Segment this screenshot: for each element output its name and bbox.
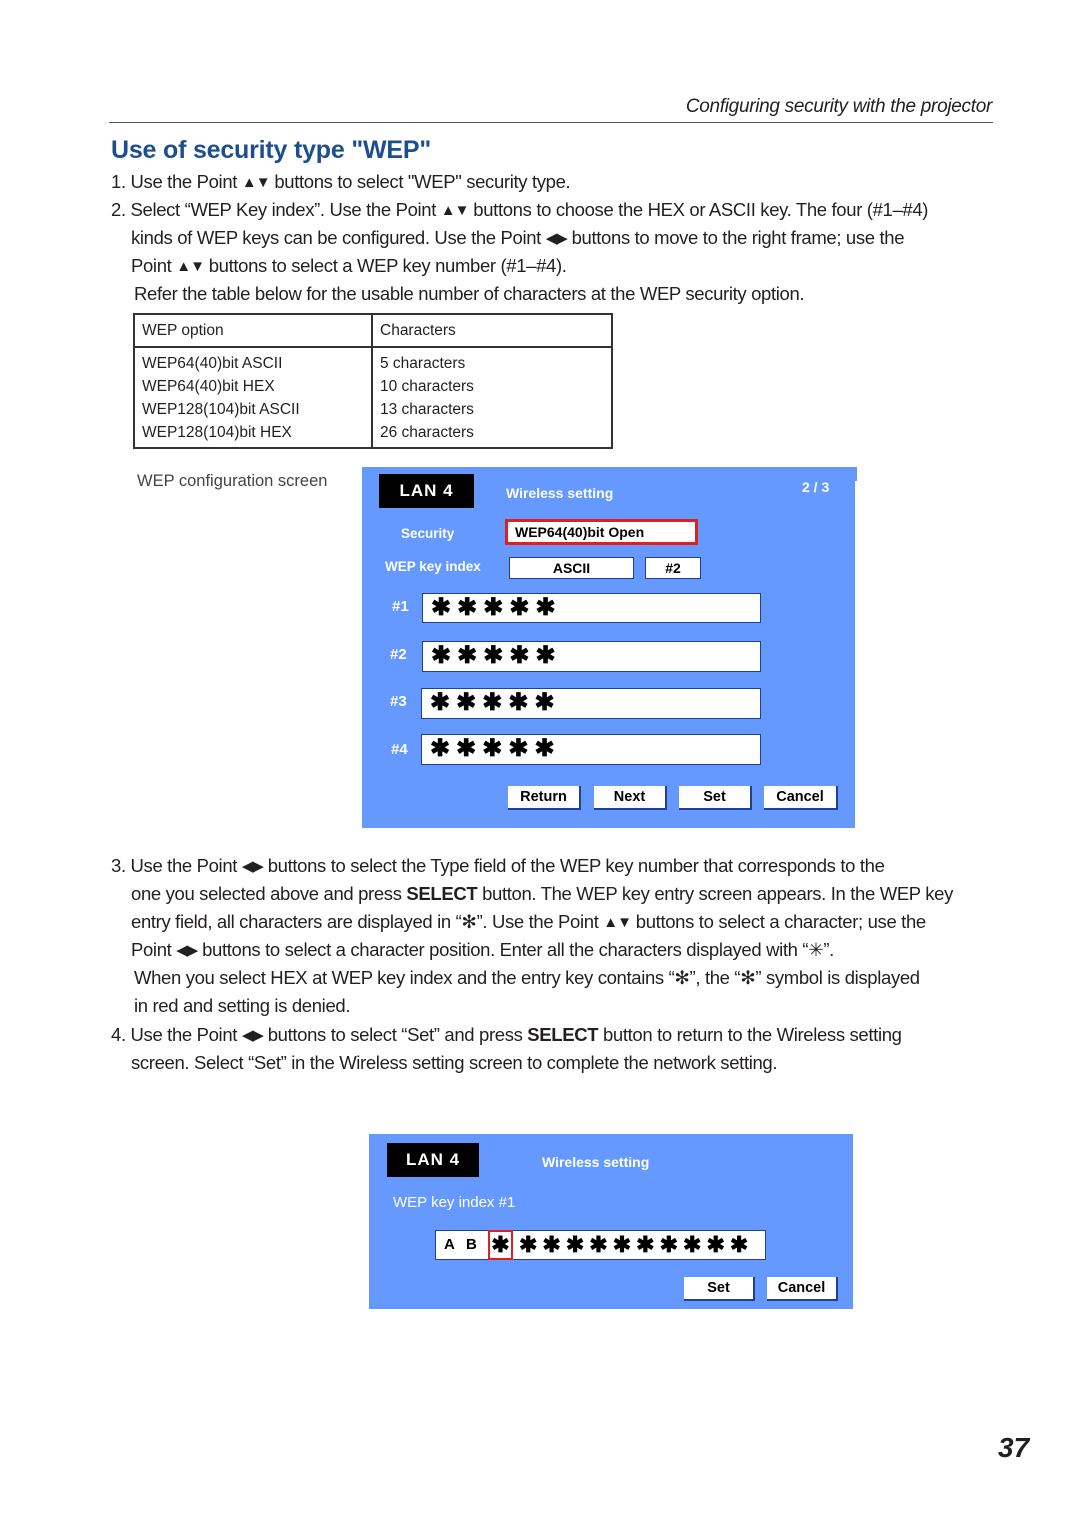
step-number: 3. bbox=[111, 855, 126, 876]
up-down-arrows-icon: ▲▼ bbox=[241, 174, 271, 191]
wep-config-screen: LAN 4 Wireless setting 2 / 3 Security WE… bbox=[362, 467, 857, 828]
left-right-arrows-icon: ◀▶ bbox=[176, 942, 198, 959]
step-3: 3. Use the Point ◀▶ buttons to select th… bbox=[111, 852, 885, 881]
figure-caption: WEP configuration screen bbox=[137, 472, 328, 490]
section-title: Use of security type "WEP" bbox=[111, 136, 431, 164]
screen-title: Wireless setting bbox=[542, 1154, 650, 1170]
table-cell: 26 characters bbox=[380, 424, 474, 441]
page-indicator: 2 / 3 bbox=[802, 479, 830, 495]
step-2-line-3: Point ▲▼ buttons to select a WEP key num… bbox=[131, 252, 567, 281]
security-field[interactable]: WEP64(40)bit Open bbox=[505, 519, 698, 545]
key-3-field[interactable]: ✱✱✱✱✱ bbox=[421, 688, 761, 719]
remaining-chars: ✱✱✱✱✱✱✱✱✱✱ bbox=[519, 1232, 754, 1257]
step-2-note: Refer the table below for the usable num… bbox=[134, 283, 805, 304]
cursor-cell[interactable]: ✱ bbox=[488, 1230, 513, 1260]
left-right-arrows-icon: ◀▶ bbox=[241, 858, 264, 875]
table-cell: WEP64(40)bit ASCII bbox=[142, 355, 283, 372]
step-number: 1. bbox=[111, 171, 126, 192]
key-type-field[interactable]: ASCII bbox=[509, 557, 634, 579]
set-button[interactable]: Set bbox=[684, 1277, 755, 1301]
table-cell: 13 characters bbox=[380, 401, 474, 418]
table-cell: WEP64(40)bit HEX bbox=[142, 378, 275, 395]
step-3-line-3: entry field, all characters are displaye… bbox=[131, 908, 926, 937]
key-1-field[interactable]: ✱✱✱✱✱ bbox=[422, 593, 761, 623]
key-2-field[interactable]: ✱✱✱✱✱ bbox=[422, 641, 761, 672]
entered-char: B bbox=[466, 1236, 477, 1253]
characters-column: 5 characters 10 characters 13 characters… bbox=[372, 347, 613, 448]
step-number: 2. bbox=[111, 199, 126, 220]
header-rule bbox=[109, 122, 993, 123]
left-right-arrows-icon: ◀▶ bbox=[241, 1027, 264, 1044]
running-head: Configuring security with the projector bbox=[685, 96, 992, 117]
step-3-line-2: one you selected above and press SELECT … bbox=[131, 883, 953, 904]
up-down-arrows-icon: ▲▼ bbox=[176, 258, 205, 275]
up-down-arrows-icon: ▲▼ bbox=[603, 914, 632, 931]
wep-option-column: WEP64(40)bit ASCII WEP64(40)bit HEX WEP1… bbox=[134, 347, 373, 448]
table-body: WEP64(40)bit ASCII WEP64(40)bit HEX WEP1… bbox=[134, 347, 613, 448]
table-header-characters: Characters bbox=[372, 314, 613, 348]
cancel-button[interactable]: Cancel bbox=[767, 1277, 838, 1301]
wep-options-table: WEP option Characters WEP64(40)bit ASCII… bbox=[133, 313, 613, 449]
table-cell: WEP128(104)bit HEX bbox=[142, 424, 292, 441]
next-button[interactable]: Next bbox=[594, 786, 667, 810]
table-cell: 5 characters bbox=[380, 355, 466, 372]
table-header-wep-option: WEP option bbox=[134, 314, 373, 348]
step-3-line-4: Point ◀▶ buttons to select a character p… bbox=[131, 936, 834, 965]
step-2: 2. Select “WEP Key index”. Use the Point… bbox=[111, 196, 928, 225]
set-button[interactable]: Set bbox=[679, 786, 752, 810]
key-4-field[interactable]: ✱✱✱✱✱ bbox=[421, 734, 761, 765]
step-3-note-line-2: in red and setting is denied. bbox=[134, 995, 351, 1016]
security-label: Security bbox=[401, 526, 455, 541]
wep-key-index-label: WEP key index #1 bbox=[393, 1194, 516, 1211]
screen-title: Wireless setting bbox=[506, 485, 614, 501]
step-number: 4. bbox=[111, 1024, 126, 1045]
step-4: 4. Use the Point ◀▶ buttons to select “S… bbox=[111, 1021, 902, 1050]
lan-badge: LAN 4 bbox=[387, 1143, 479, 1177]
lan-badge: LAN 4 bbox=[379, 474, 474, 508]
table-header-row: WEP option Characters bbox=[134, 314, 613, 348]
wep-key-index-label: WEP key index bbox=[385, 559, 481, 574]
key-2-label: #2 bbox=[390, 646, 407, 663]
table-cell: 10 characters bbox=[380, 378, 474, 395]
left-right-arrows-icon: ◀▶ bbox=[545, 230, 568, 247]
step-3-note: When you select HEX at WEP key index and… bbox=[134, 967, 920, 988]
page-number: 37 bbox=[998, 1432, 1030, 1463]
key-number-field[interactable]: #2 bbox=[645, 557, 701, 579]
entered-char: A bbox=[444, 1236, 463, 1253]
cancel-button[interactable]: Cancel bbox=[764, 786, 838, 810]
step-1: 1. Use the Point ▲▼ buttons to select "W… bbox=[111, 168, 571, 197]
wep-key-entry-screen: LAN 4 Wireless setting WEP key index #1 … bbox=[369, 1134, 853, 1309]
table-cell: WEP128(104)bit ASCII bbox=[142, 401, 300, 418]
key-3-label: #3 bbox=[390, 693, 407, 710]
key-4-label: #4 bbox=[391, 741, 408, 758]
step-2-line-2: kinds of WEP keys can be configured. Use… bbox=[131, 224, 904, 253]
key-1-label: #1 bbox=[392, 598, 409, 615]
step-4-line-2: screen. Select “Set” in the Wireless set… bbox=[131, 1052, 778, 1073]
up-down-arrows-icon: ▲▼ bbox=[440, 202, 470, 219]
key-entry-field[interactable]: A B ✱ ✱✱✱✱✱✱✱✱✱✱ bbox=[435, 1230, 766, 1260]
return-button[interactable]: Return bbox=[508, 786, 581, 810]
